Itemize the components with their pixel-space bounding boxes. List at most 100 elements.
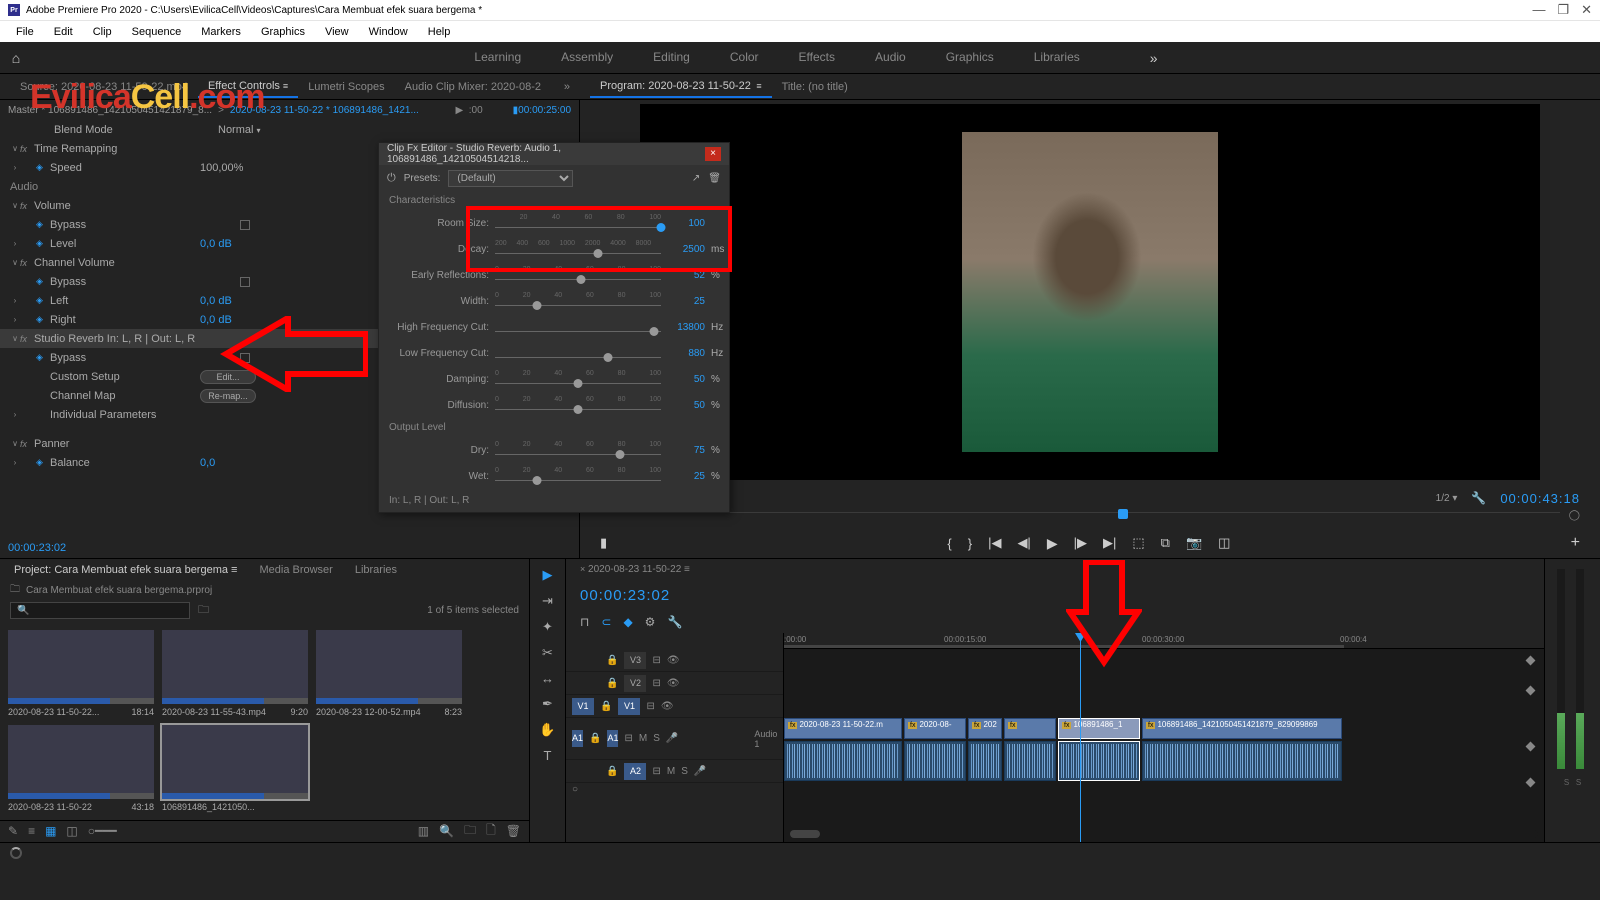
add-button-icon[interactable]: + [1571,534,1580,552]
workspace-color[interactable]: Color [730,46,759,70]
tab-audio-mixer[interactable]: Audio Clip Mixer: 2020-08-2 [395,77,551,97]
comparison-icon[interactable]: ◫ [1218,535,1230,551]
ec-clip-label[interactable]: 2020-08-23 11-50-22 * 106891486_1421... [230,105,419,116]
blend-mode-dropdown[interactable]: Normal ▾ [218,124,261,136]
project-item[interactable]: 2020-08-23 11-50-22...18:14 [8,630,154,717]
mark-out-icon[interactable]: } [968,536,972,551]
menu-view[interactable]: View [315,23,359,41]
menu-window[interactable]: Window [359,23,418,41]
freeform-icon[interactable]: ✎ [8,824,18,838]
slider-knob[interactable] [577,275,586,284]
eye-icon[interactable]: 👁 [667,655,680,666]
workspace-effects[interactable]: Effects [799,46,835,70]
minimize-button[interactable]: — [1532,2,1545,18]
pen-tool-icon[interactable]: ✒ [542,696,553,712]
slider-track[interactable]: 020406080100 [495,266,661,284]
home-icon[interactable]: ⌂ [0,50,32,66]
tab-libraries[interactable]: Libraries [349,561,403,579]
audio-clip[interactable] [1142,741,1342,781]
tab-program[interactable]: Program: 2020-08-23 11-50-22 ≡ [590,76,772,98]
thumbnail[interactable] [162,725,308,799]
tab-title[interactable]: Title: (no title) [772,77,858,97]
workspace-assembly[interactable]: Assembly [561,46,613,70]
menu-graphics[interactable]: Graphics [251,23,315,41]
play-icon[interactable]: ▶ [1047,535,1058,552]
slider-knob[interactable] [650,327,659,336]
mute-icon[interactable]: M [639,733,647,744]
slider-track[interactable]: 020406080100 [495,396,661,414]
settings-icon[interactable]: ⚙ [645,615,656,629]
mark-in-icon[interactable]: ▮ [600,535,607,551]
overflow-icon[interactable]: » [564,81,570,93]
extract-icon[interactable]: ⧉ [1161,535,1170,551]
maximize-button[interactable]: ❐ [1557,2,1569,18]
playhead-icon[interactable] [1118,509,1128,519]
close-button[interactable]: ✕ [1581,2,1592,18]
tab-effect-controls[interactable]: Effect Controls≡ [198,76,298,98]
balance-value[interactable]: 0,0 [200,457,215,469]
trash-icon[interactable]: 🗑 [506,824,521,838]
workspace-libraries[interactable]: Libraries [1034,46,1080,70]
tab-project[interactable]: Project: Cara Membuat efek suara bergema… [8,561,243,579]
marker-icon[interactable]: ◆ [623,615,632,629]
timeline-tracks[interactable]: :00:00 00:00:15:00 00:00:30:00 00:00:4 f… [784,633,1544,842]
linked-icon[interactable]: ⊂ [601,615,611,629]
thumbnail[interactable] [316,630,462,704]
video-clip[interactable]: fx2020-08- [904,718,966,739]
bypass-checkbox[interactable] [240,277,250,287]
slider-track[interactable]: 20406080100 [495,214,661,232]
marker-diamond[interactable] [1526,656,1536,666]
slider-track[interactable]: 2004006001000200040008000 [495,240,661,258]
slip-tool-icon[interactable]: ↔ [541,671,554,686]
search-input[interactable] [10,602,190,619]
type-tool-icon[interactable]: T [544,748,552,763]
effect-volume[interactable]: Volume [34,200,184,212]
new-item-icon[interactable]: 🗋 [486,821,496,842]
menu-markers[interactable]: Markers [191,23,251,41]
slider-value[interactable]: 13800 [667,322,705,333]
thumbnail[interactable] [162,630,308,704]
keyframe-icon[interactable]: ◈ [36,162,50,173]
dialog-titlebar[interactable]: Clip Fx Editor - Studio Reverb: Audio 1,… [379,143,729,165]
marker-diamond[interactable] [1526,686,1536,696]
slider-track[interactable]: 020406080100 [495,292,661,310]
menu-help[interactable]: Help [418,23,461,41]
slider-knob[interactable] [532,301,541,310]
step-forward-icon[interactable]: |▶ [1074,535,1087,551]
menu-sequence[interactable]: Sequence [122,23,192,41]
step-back-icon[interactable]: ◀| [1017,535,1030,551]
project-item[interactable]: 2020-08-23 11-50-2243:18 [8,725,154,812]
level-value[interactable]: 0,0 dB [200,238,232,250]
slider-value[interactable]: 52 [667,270,705,281]
lift-icon[interactable]: ⬚ [1132,535,1144,551]
icon-view-icon[interactable]: ▦ [45,824,56,838]
ripple-edit-icon[interactable]: ✦ [542,619,553,635]
close-icon[interactable]: × [705,147,721,161]
slider-knob[interactable] [532,476,541,485]
tab-lumetri[interactable]: Lumetri Scopes [298,77,394,97]
program-timecode[interactable]: 00:00:43:18 [1500,491,1580,506]
slider-track[interactable]: 020406080100 [495,370,661,388]
slider-knob[interactable] [574,405,583,414]
marker-diamond[interactable] [1526,778,1536,788]
source-v1[interactable]: V1 [572,698,594,715]
slider-knob[interactable] [657,223,666,232]
tab-source[interactable]: Source: 2020-08-23 11-50-22.mp4 [10,77,198,97]
workspace-overflow-icon[interactable]: » [1150,46,1158,70]
bin-icon[interactable]: 🗀 [10,582,20,599]
go-in-icon[interactable]: |◀ [988,535,1001,551]
target-v1[interactable]: V1 [618,698,640,715]
ec-timecode[interactable]: 00:00:23:02 [0,538,579,558]
filter-icon[interactable]: 🗀 [198,601,209,620]
settings-icon[interactable]: 🔧 [1471,491,1486,505]
slider-track[interactable] [495,344,661,362]
wrench-icon[interactable]: 🔧 [667,615,682,629]
workspace-audio[interactable]: Audio [875,46,906,70]
slider-value[interactable]: 2500 [667,244,705,255]
slider-value[interactable]: 50 [667,400,705,411]
go-out-icon[interactable]: ▶| [1103,535,1116,551]
slider-track[interactable]: 020406080100 [495,441,661,459]
effect-channel-volume[interactable]: Channel Volume [34,257,184,269]
mark-in-icon[interactable]: { [947,536,951,551]
marker-diamond[interactable] [1526,742,1536,752]
